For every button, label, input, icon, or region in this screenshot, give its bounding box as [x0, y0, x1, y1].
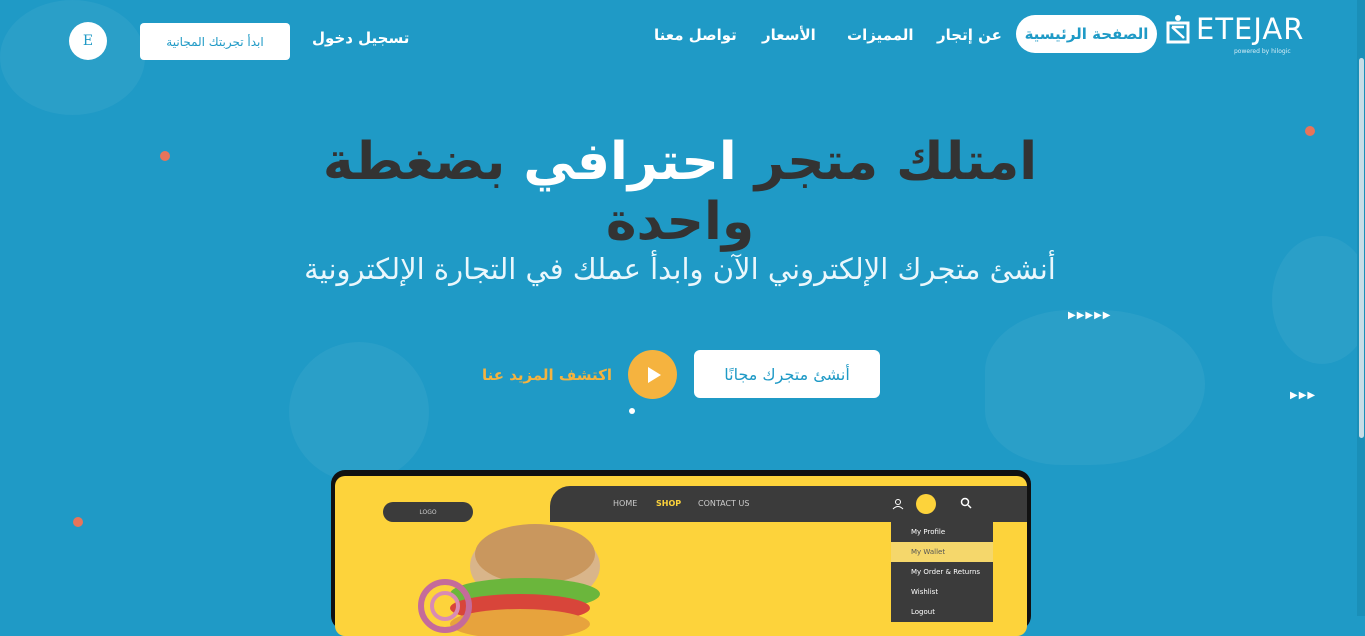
logo-subtext: powered by hilogic: [1234, 48, 1291, 55]
decor-blob: [985, 310, 1205, 465]
hero-title-highlight: احترافي: [523, 132, 737, 192]
language-toggle[interactable]: E: [69, 22, 107, 60]
header: ETEJAR powered by hilogic الصفحة الرئيسي…: [0, 0, 1357, 82]
mockup-menu-item: My Profile: [891, 522, 993, 542]
nav-home[interactable]: الصفحة الرئيسية: [1016, 15, 1157, 53]
decor-arrows: ▶▶▶: [1290, 390, 1317, 401]
search-icon: [960, 497, 972, 509]
mockup-menu-item: My Wallet: [891, 542, 993, 562]
logo-text: ETEJAR: [1196, 11, 1305, 46]
decor-arrows: ▶▶▶▶▶: [1068, 310, 1112, 321]
mockup-dropdown: My Profile My Wallet My Order & Returns …: [891, 522, 993, 622]
discover-more-link[interactable]: اكتشف المزيد عنا: [482, 366, 612, 384]
decor-dot: [1305, 126, 1315, 136]
mockup-menu-item: My Order & Returns: [891, 562, 993, 582]
mockup-screen: LOGO HOME SHOP CONTACT US My Profile My …: [335, 476, 1027, 636]
decor-dot: [160, 151, 170, 161]
mockup-logo: LOGO: [383, 502, 473, 522]
create-store-button[interactable]: أنشئ متجرك مجانًا: [694, 350, 880, 398]
play-icon: [647, 366, 661, 383]
nav-features[interactable]: المميزات: [847, 26, 914, 44]
decor-dot: [73, 517, 83, 527]
logo-icon: [1166, 14, 1190, 44]
mockup-nav-contact: CONTACT US: [698, 499, 750, 508]
mockup-menu-item: Logout: [891, 602, 993, 622]
nav-prices[interactable]: الأسعار: [762, 26, 816, 44]
free-trial-button[interactable]: ابدأ تجربتك المجانية: [140, 23, 290, 60]
hero-title-part1: امتلك متجر: [736, 132, 1038, 192]
device-mockup: LOGO HOME SHOP CONTACT US My Profile My …: [331, 470, 1031, 636]
brand-logo[interactable]: ETEJAR powered by hilogic: [1166, 11, 1305, 55]
decor-circle: [1272, 236, 1365, 364]
user-icon: [892, 499, 904, 510]
avatar: [916, 494, 936, 514]
login-link[interactable]: تسجيل دخول: [312, 29, 409, 47]
mockup-nav-home: HOME: [613, 499, 638, 508]
nav-about[interactable]: عن إتجار: [937, 26, 1002, 44]
nav-contact[interactable]: تواصل معنا: [654, 26, 737, 44]
decor-dot-small: [629, 408, 635, 414]
scrollbar-thumb[interactable]: [1359, 58, 1364, 438]
mockup-nav-shop: SHOP: [656, 499, 682, 508]
hero-subtitle: أنشئ متجرك الإلكتروني الآن وابدأ عملك في…: [304, 252, 1056, 286]
mockup-navbar: HOME SHOP CONTACT US: [550, 486, 1027, 522]
mockup-menu-item: Wishlist: [891, 582, 993, 602]
hero-title: امتلك متجر احترافي بضغطة واحدة: [260, 132, 1100, 252]
decor-circle: [289, 342, 429, 482]
page-scrollbar[interactable]: [1357, 0, 1365, 616]
play-video-button[interactable]: [628, 350, 677, 399]
